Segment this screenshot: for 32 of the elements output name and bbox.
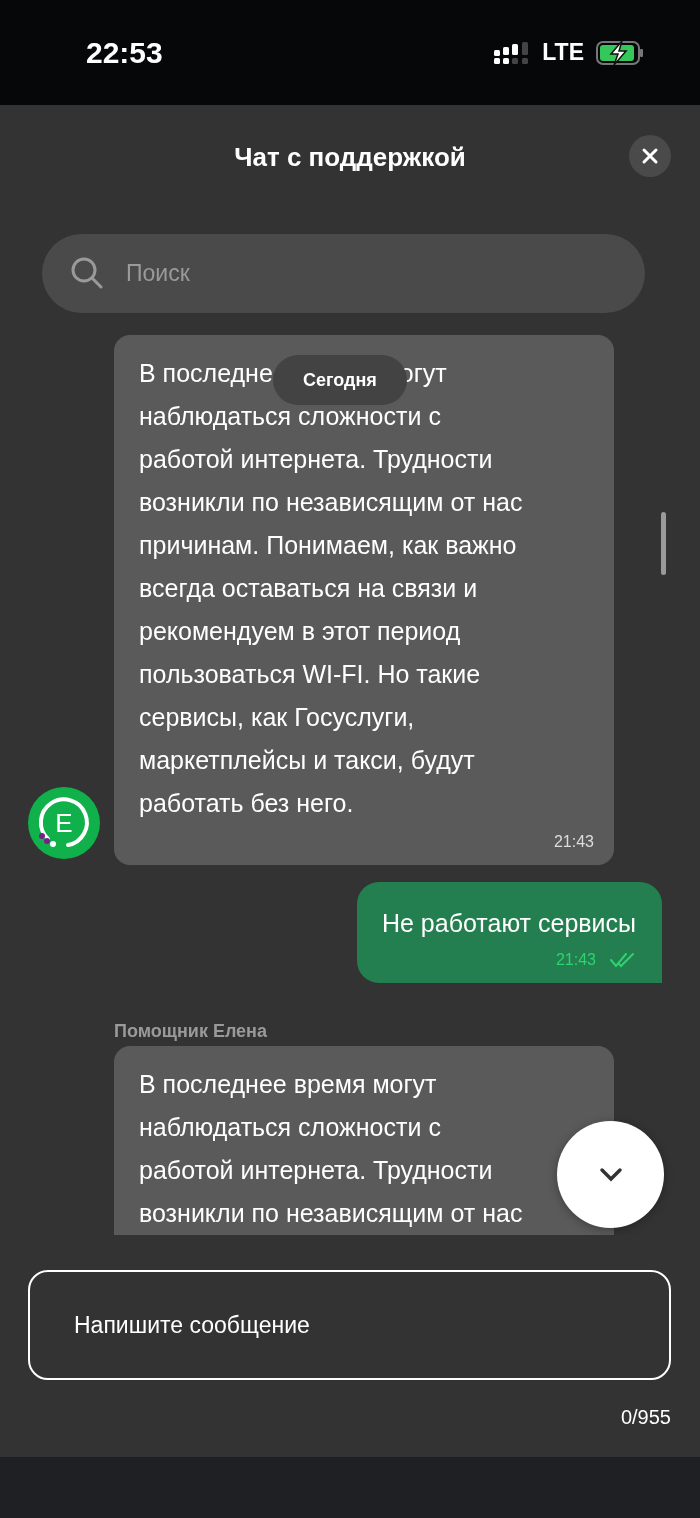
message-text: работать без него. [139,788,354,819]
message-text: возникли по независящим от нас [139,1198,523,1229]
agent-avatar: E [28,787,100,859]
signal-icon [494,41,531,64]
message-text: сервисы, как Госуслуги, [139,702,415,733]
close-icon [641,147,659,165]
message-time: 21:43 [555,951,596,969]
scrollbar[interactable] [661,512,666,575]
message-text: наблюдаться сложности с [139,1112,441,1143]
message-text: возникли по независящим от нас [139,487,523,518]
message-text: В последнее время могут [139,1069,437,1100]
message-text: маркетплейсы и такси, будут [139,745,475,776]
message-text: работой интернета. Трудности [139,444,493,475]
message-text: всегда оставаться на связи и [139,573,478,604]
message-text: Не работают сервисы [381,908,636,939]
message-time: 21:43 [553,833,594,851]
message-input-field[interactable]: Напишите сообщение [28,1270,671,1380]
chevron-down-icon [598,1166,623,1183]
close-button[interactable] [629,135,671,177]
message-text: рекомендуем в этот период [139,616,461,647]
chat-title: Чат с поддержкой [234,141,466,173]
message-text: причинам. Понимаем, как важно [139,530,517,561]
status-time: 22:53 [86,35,163,70]
battery-charging-icon [596,39,644,66]
sender-name: Помощник Елена [114,1021,268,1042]
message-text: работой интернета. Трудности [139,1155,493,1186]
character-counter: 0/955 [620,1406,671,1429]
message-text: В последне [139,358,273,389]
network-label: LTE [542,39,584,66]
message-text: пользоваться WI-FI. Но такие [139,659,481,690]
search-field[interactable]: Поиск [42,234,645,313]
search-icon [70,256,104,290]
